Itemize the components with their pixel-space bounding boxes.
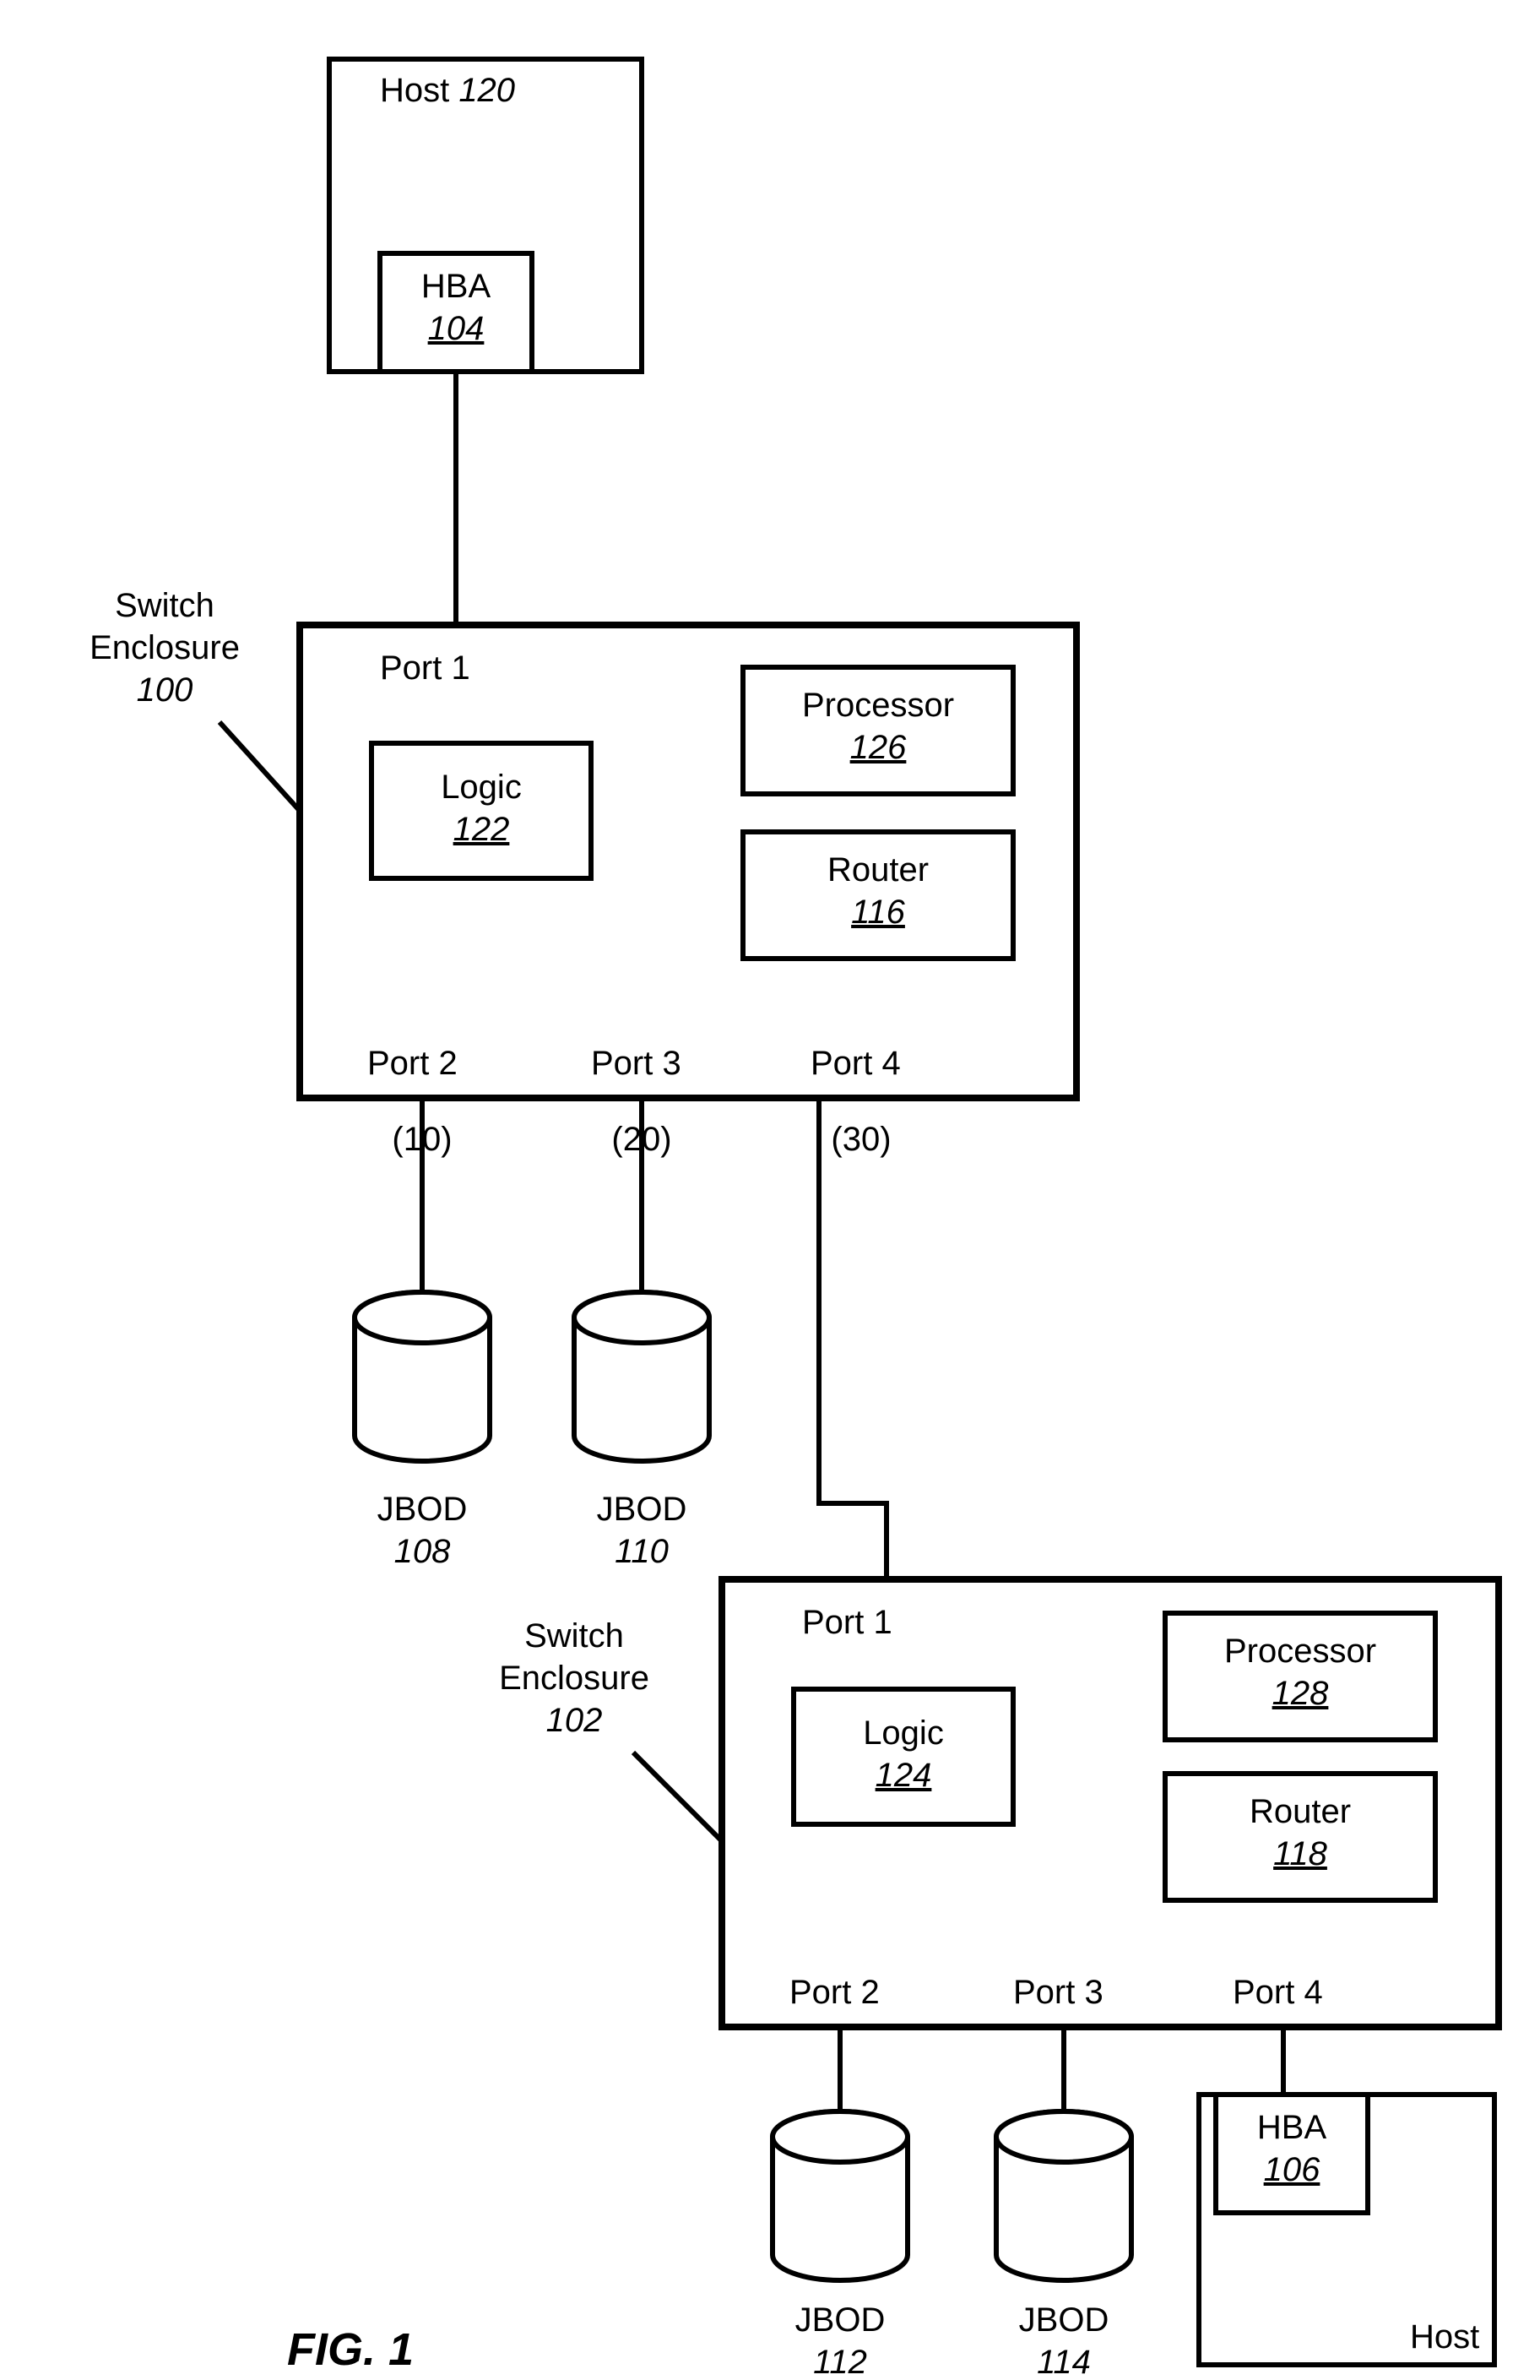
svg-text:106: 106 <box>1264 2151 1320 2188</box>
svg-text:Switch: Switch <box>115 587 214 624</box>
hba-104: HBA 104 <box>380 253 532 372</box>
e1-port3-label: Port 3 <box>591 1045 681 1082</box>
host-2: HBA 106 Host <box>1199 2095 1494 2365</box>
svg-text:Switch: Switch <box>524 1617 624 1655</box>
hba-106: HBA 106 <box>1216 2095 1368 2213</box>
processor-126: Processor 126 <box>743 667 1013 794</box>
switch-enclosure-102: Port 1 Logic 124 Processor 128 Router 11… <box>722 1579 1499 2027</box>
hba-title: HBA <box>421 268 491 305</box>
jbod-114: JBOD 114 <box>996 2111 1131 2380</box>
jbod-112: JBOD 112 <box>773 2111 908 2380</box>
host-ref: 120 <box>458 72 515 109</box>
svg-text:Logic: Logic <box>863 1714 944 1752</box>
svg-text:102: 102 <box>546 1702 603 1739</box>
switch-enclosure-100-label: Switch Enclosure 100 <box>89 587 300 811</box>
logic-122: Logic 122 <box>371 743 591 878</box>
svg-text:110: 110 <box>615 1533 669 1570</box>
svg-text:116: 116 <box>851 894 906 931</box>
svg-text:Enclosure: Enclosure <box>89 629 240 666</box>
switch-enclosure-100: Port 1 Logic 122 Processor 126 Router 11… <box>300 625 1076 1098</box>
e2-port2-label: Port 2 <box>789 1974 880 2011</box>
svg-text:112: 112 <box>813 2344 867 2380</box>
diagram-canvas: Host 120 HBA 104 Switch Enclosure 100 Po… <box>0 0 1540 2380</box>
figure-label: FIG. 1 <box>287 2324 414 2375</box>
e2-port4-label: Port 4 <box>1233 1974 1323 2011</box>
switch-enclosure-102-label: Switch Enclosure 102 <box>499 1617 722 1841</box>
svg-text:Router: Router <box>827 851 929 888</box>
e1-port4-num: (30) <box>831 1121 891 1158</box>
host2-label: Host <box>1410 2318 1479 2356</box>
svg-text:124: 124 <box>876 1757 932 1794</box>
svg-text:Processor: Processor <box>1224 1633 1376 1670</box>
svg-text:HBA: HBA <box>1257 2109 1327 2146</box>
jbod-110: JBOD 110 <box>574 1292 709 1570</box>
e2-port1-label: Port 1 <box>802 1604 892 1641</box>
svg-text:JBOD: JBOD <box>597 1491 687 1528</box>
svg-text:128: 128 <box>1272 1675 1329 1712</box>
svg-text:114: 114 <box>1037 2344 1091 2380</box>
svg-text:Logic: Logic <box>441 769 522 806</box>
svg-text:JBOD: JBOD <box>1019 2301 1109 2339</box>
hba-ref: 104 <box>428 310 485 347</box>
e1-port4-label: Port 4 <box>811 1045 901 1082</box>
logic-124: Logic 124 <box>794 1689 1013 1824</box>
svg-text:Host 120: Host 120 <box>380 72 515 109</box>
svg-text:122: 122 <box>453 811 510 848</box>
e1-port2-label: Port 2 <box>367 1045 458 1082</box>
svg-text:100: 100 <box>137 671 193 709</box>
svg-text:118: 118 <box>1273 1835 1328 1872</box>
svg-text:Router: Router <box>1250 1793 1351 1830</box>
host-120: Host 120 HBA 104 <box>329 59 642 372</box>
host-title: Host <box>380 72 449 109</box>
e2-port3-label: Port 3 <box>1013 1974 1103 2011</box>
svg-text:Processor: Processor <box>802 687 954 724</box>
svg-text:JBOD: JBOD <box>377 1491 468 1528</box>
jbod-108: JBOD 108 <box>355 1292 490 1570</box>
router-116: Router 116 <box>743 832 1013 959</box>
svg-text:Enclosure: Enclosure <box>499 1660 649 1697</box>
e1-port1-label: Port 1 <box>380 649 470 687</box>
svg-text:JBOD: JBOD <box>795 2301 886 2339</box>
svg-text:126: 126 <box>850 729 907 766</box>
router-118: Router 118 <box>1165 1774 1435 1900</box>
link-p4-switch2 <box>819 1098 887 1579</box>
svg-text:108: 108 <box>394 1533 451 1570</box>
processor-128: Processor 128 <box>1165 1613 1435 1740</box>
